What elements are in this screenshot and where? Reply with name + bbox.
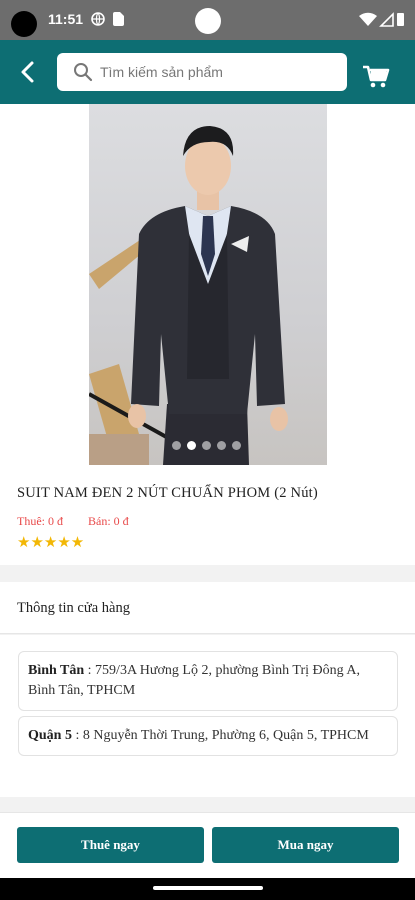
store-location-name: Bình Tân [28, 663, 85, 678]
pagination-dot[interactable] [202, 441, 211, 450]
product-title: SUIT NAM ĐEN 2 NÚT CHUẨN PHOM (2 Nút) [17, 485, 318, 501]
store-location-list: Bình Tân : 759/3A Hương Lộ 2, phường Bìn… [0, 635, 415, 797]
camera-cutout [11, 11, 37, 37]
pagination-dot-active[interactable] [187, 441, 196, 450]
battery-icon [397, 13, 404, 26]
rent-price: Thuê: 0 đ [17, 514, 63, 528]
sim-card-icon [113, 12, 124, 26]
product-info: SUIT NAM ĐEN 2 NÚT CHUẨN PHOM (2 Nút) Th… [0, 465, 415, 565]
buy-now-button[interactable]: Mua ngay [212, 827, 399, 863]
system-nav-bar [0, 878, 415, 900]
store-location-name: Quận 5 [28, 728, 72, 743]
store-location-card[interactable]: Bình Tân : 759/3A Hương Lộ 2, phường Bìn… [18, 651, 398, 711]
pagination-dot[interactable] [172, 441, 181, 450]
gallery-pagination [172, 441, 244, 453]
back-arrow-icon[interactable] [14, 58, 42, 86]
search-placeholder: Tìm kiếm sản phẩm [100, 64, 223, 80]
rating-stars: ★★★★★ [17, 534, 85, 551]
search-input[interactable]: Tìm kiếm sản phẩm [57, 53, 347, 91]
buy-price: Bán: 0 đ [88, 514, 129, 528]
product-gallery[interactable] [0, 104, 415, 465]
bottom-action-bar: Thuê ngay Mua ngay [0, 812, 415, 878]
front-camera [195, 8, 221, 34]
status-time: 11:51 [48, 11, 84, 27]
product-photo-illustration [89, 126, 288, 465]
system-status-icons [359, 12, 404, 27]
app-bar: Tìm kiếm sản phẩm [0, 40, 415, 104]
store-info-title: Thông tin cửa hàng [17, 600, 130, 616]
search-icon [74, 63, 93, 82]
store-location-card[interactable]: Quận 5 : 8 Nguyễn Thời Trung, Phường 6, … [18, 716, 398, 756]
store-location-address: : 8 Nguyễn Thời Trung, Phường 6, Quận 5,… [71, 728, 369, 743]
rent-now-button[interactable]: Thuê ngay [17, 827, 204, 863]
wifi-icon [359, 12, 377, 26]
signal-icon [379, 12, 394, 27]
shopping-cart-icon[interactable] [362, 64, 390, 90]
globe-icon [91, 12, 105, 26]
pagination-dot[interactable] [217, 441, 226, 450]
status-bar: 11:51 [0, 0, 415, 40]
pagination-dot[interactable] [232, 441, 241, 450]
store-info-header: Thông tin cửa hàng [0, 582, 415, 634]
home-indicator[interactable] [153, 886, 263, 890]
product-photo [89, 104, 327, 465]
